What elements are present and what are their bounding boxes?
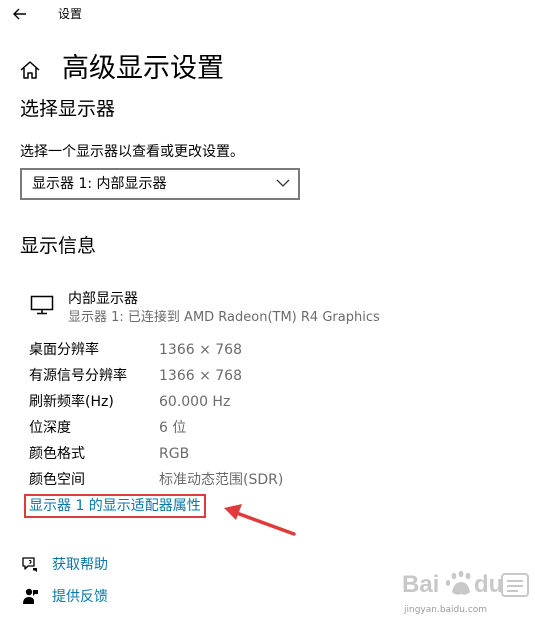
display-name: 内部显示器 <box>68 291 138 307</box>
info-value-active-signal-resolution: 1366 × 768 <box>159 368 242 384</box>
svg-text:du: du <box>474 571 503 598</box>
select-display-heading: 选择显示器 <box>20 98 116 120</box>
get-help-link[interactable]: 获取帮助 <box>52 555 108 575</box>
chevron-down-icon <box>276 179 290 187</box>
info-label-color-space: 颜色空间 <box>29 472 85 488</box>
svg-text:Bai: Bai <box>402 571 439 598</box>
red-annotation-arrow-icon <box>224 504 296 536</box>
display-info-heading: 显示信息 <box>20 235 97 257</box>
display-select-dropdown[interactable]: 显示器 1: 内部显示器 <box>20 168 300 200</box>
monitor-icon <box>30 295 54 315</box>
display-select-value: 显示器 1: 内部显示器 <box>32 176 167 192</box>
info-label-active-signal-resolution: 有源信号分辨率 <box>29 368 127 384</box>
settings-page: 设置 高级显示设置 选择显示器 选择一个显示器以查看或更改设置。 显示器 1: … <box>0 0 535 622</box>
info-value-bit-depth: 6 位 <box>159 420 187 436</box>
help-icon <box>22 557 37 572</box>
page-title: 高级显示设置 <box>62 53 224 84</box>
info-label-desktop-resolution: 桌面分辨率 <box>29 342 99 358</box>
select-display-description: 选择一个显示器以查看或更改设置。 <box>20 144 244 160</box>
info-value-desktop-resolution: 1366 × 768 <box>159 342 242 358</box>
feedback-icon <box>23 588 38 604</box>
home-icon <box>20 61 40 79</box>
display-adapter-properties-link[interactable]: 显示器 1 的显示适配器属性 <box>24 494 206 518</box>
info-value-refresh-rate: 60.000 Hz <box>159 394 231 410</box>
info-label-color-format: 颜色格式 <box>29 446 85 462</box>
info-value-color-space: 标准动态范围(SDR) <box>159 472 284 488</box>
back-arrow-icon[interactable] <box>10 4 30 24</box>
give-feedback-link[interactable]: 提供反馈 <box>52 587 108 607</box>
info-label-refresh-rate: 刷新频率(Hz) <box>29 394 114 410</box>
info-value-color-format: RGB <box>159 446 190 462</box>
baidu-jingyan-watermark: Bai du jingyan.baidu.com <box>396 562 532 620</box>
baidu-logo-icon: Bai du <box>402 570 529 598</box>
window-title: 设置 <box>58 7 83 21</box>
info-label-bit-depth: 位深度 <box>29 420 71 436</box>
display-connection: 显示器 1: 已连接到 AMD Radeon(TM) R4 Graphics <box>68 310 380 325</box>
watermark-url: jingyan.baidu.com <box>404 605 488 615</box>
